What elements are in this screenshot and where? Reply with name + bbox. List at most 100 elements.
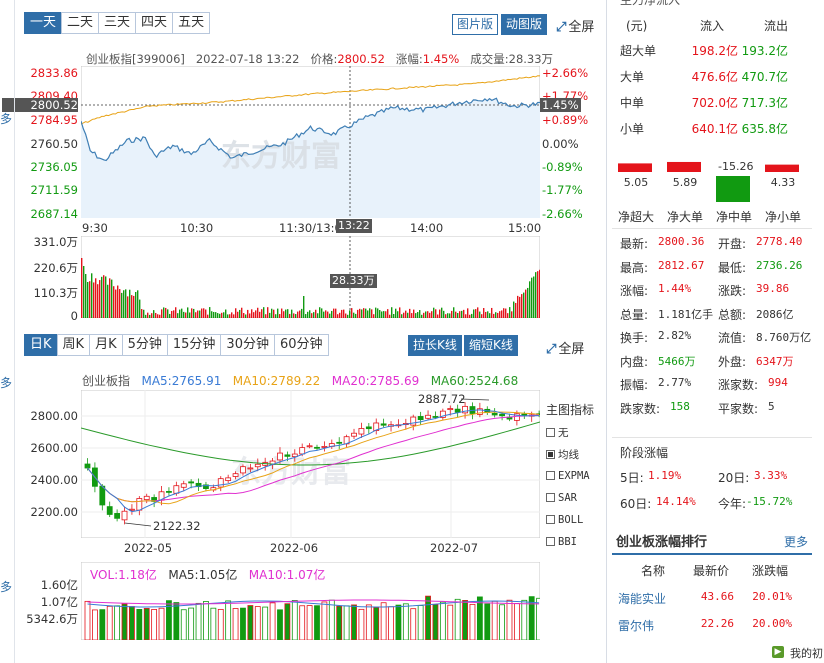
kline-volume-bar <box>476 596 483 640</box>
indicator-none[interactable]: 无 <box>546 425 569 440</box>
volume-bar <box>203 308 205 318</box>
ma5-label: MA5: <box>141 374 172 388</box>
index-name: 创业板指[399006] <box>86 52 185 66</box>
volume-bar <box>491 307 493 318</box>
fullscreen-button-kline[interactable]: ⤢ 全屏 <box>546 338 584 357</box>
volume-bar <box>167 309 169 318</box>
candle-body <box>499 413 505 417</box>
intraday-price-chart[interactable]: 东方财富 <box>81 66 540 218</box>
kline-volume-bar <box>277 609 283 640</box>
candle-body <box>299 447 306 455</box>
quote-value: 5466万 <box>658 354 696 368</box>
quote-value: 2.77% <box>658 376 692 389</box>
x-label: 9:30 <box>82 221 108 235</box>
animated-version-button[interactable]: 动图版 <box>501 14 548 35</box>
kline-chart[interactable]: 东方财富 <box>81 390 540 538</box>
volume-bar <box>299 310 301 318</box>
volume-bar <box>519 296 521 318</box>
volume-bar <box>469 314 471 318</box>
volume-bar <box>103 275 105 318</box>
kline-volume-bar <box>284 603 291 640</box>
volume-bar <box>261 309 263 318</box>
volume-bar <box>375 307 377 318</box>
flow-row-out: 717.3亿 <box>741 96 788 110</box>
quote-label: 最低: <box>718 260 747 275</box>
volume-bar <box>223 312 225 318</box>
rank-row-name[interactable]: 雷尔伟 <box>618 617 654 634</box>
fullscreen-label: 全屏 <box>568 20 595 35</box>
kline-volume-bar <box>343 605 350 640</box>
tab-weekly-k[interactable]: 周K <box>56 334 91 356</box>
footer-cut-label[interactable]: 我的初 <box>790 645 823 661</box>
vol-ma5-value: 1.05亿 <box>198 568 238 582</box>
volume-bar <box>283 311 285 318</box>
volume-bar <box>169 313 171 318</box>
rank-more-link[interactable]: 更多 <box>784 533 808 550</box>
volume-bar <box>313 312 315 318</box>
volume-bar <box>87 282 89 318</box>
volume-bar <box>191 308 193 318</box>
rank-row-change: 20.00% <box>752 617 792 630</box>
fullscreen-button-top[interactable]: ⤢ 全屏 <box>556 16 594 35</box>
flow-row-out: 470.7亿 <box>741 70 788 84</box>
net-flow-label: 净大单 <box>666 210 703 224</box>
tab-3day[interactable]: 三天 <box>98 12 137 34</box>
kline-period-tabs: 日K 周K 月K 5分钟 15分钟 30分钟 60分钟 <box>24 334 329 356</box>
volume-bar <box>301 308 303 318</box>
intraday-volume-chart[interactable] <box>81 236 540 318</box>
volume-bar <box>127 296 129 318</box>
indicator-sar[interactable]: SAR <box>546 492 577 504</box>
volume-bar <box>109 278 111 318</box>
volume-bar <box>117 285 119 318</box>
kline-volume-bar <box>210 607 217 640</box>
rank-header-price: 最新价 <box>693 564 730 578</box>
kline-info-bar: 创业板指 MA5:2765.91 MA10:2789.22 MA20:2785.… <box>82 372 518 389</box>
indicator-expma[interactable]: EXPMA <box>546 470 590 482</box>
price-label: 价格: <box>310 52 338 66</box>
shorten-kline-button[interactable]: 缩短K线 <box>464 335 518 356</box>
quote-label: 内盘: <box>620 354 649 369</box>
tab-daily-k[interactable]: 日K <box>24 334 58 356</box>
quote-value: 8.760万亿 <box>756 331 812 344</box>
y-right-label: -1.77% <box>542 183 583 197</box>
footer-icon[interactable]: ▶ <box>772 646 784 658</box>
rank-row-name[interactable]: 海能实业 <box>618 590 666 607</box>
volume-bar <box>113 286 115 318</box>
tab-2day[interactable]: 二天 <box>61 12 100 34</box>
net-flow-bar <box>618 163 652 172</box>
volume-bar <box>281 308 283 318</box>
tab-30min[interactable]: 30分钟 <box>220 334 275 356</box>
volume-bar <box>209 307 211 318</box>
volume-bar <box>359 308 361 318</box>
kline-volume-bar <box>454 598 461 640</box>
left-cut-label[interactable]: 多 <box>0 110 12 127</box>
volume-bar <box>317 313 319 318</box>
flow-row-name: 中单 <box>620 96 645 110</box>
left-cut-label[interactable]: 多 <box>0 578 12 595</box>
volume-bar <box>157 314 159 318</box>
volume-bar <box>515 302 517 318</box>
lengthen-kline-button[interactable]: 拉长K线 <box>408 335 462 356</box>
indicator-boll[interactable]: BOLL <box>546 514 583 526</box>
volume-bar <box>453 307 455 318</box>
tab-15min[interactable]: 15分钟 <box>166 334 222 356</box>
tab-4day[interactable]: 四天 <box>135 12 174 34</box>
indicator-bbi[interactable]: BBI <box>546 536 577 548</box>
left-cut-label[interactable]: 多 <box>0 374 12 391</box>
tab-5min[interactable]: 5分钟 <box>121 334 168 356</box>
volume-bar <box>307 311 309 318</box>
volume-bar <box>221 312 223 318</box>
volume-bar <box>481 314 483 318</box>
volume-cursor-tag: 28.33万 <box>330 274 377 288</box>
tab-5day[interactable]: 五天 <box>172 12 211 34</box>
tab-monthly-k[interactable]: 月K <box>89 334 123 356</box>
rank-title: 创业板涨幅排行 <box>616 535 708 550</box>
image-version-button[interactable]: 图片版 <box>452 14 499 35</box>
tab-1day[interactable]: 一天 <box>24 12 63 34</box>
volume-bar <box>319 307 321 318</box>
volume-bar <box>413 309 415 318</box>
indicator-ma[interactable]: 均线 <box>546 447 579 462</box>
checkbox-icon <box>546 537 555 546</box>
kline-volume-bar <box>240 607 246 640</box>
tab-60min[interactable]: 60分钟 <box>273 334 329 356</box>
